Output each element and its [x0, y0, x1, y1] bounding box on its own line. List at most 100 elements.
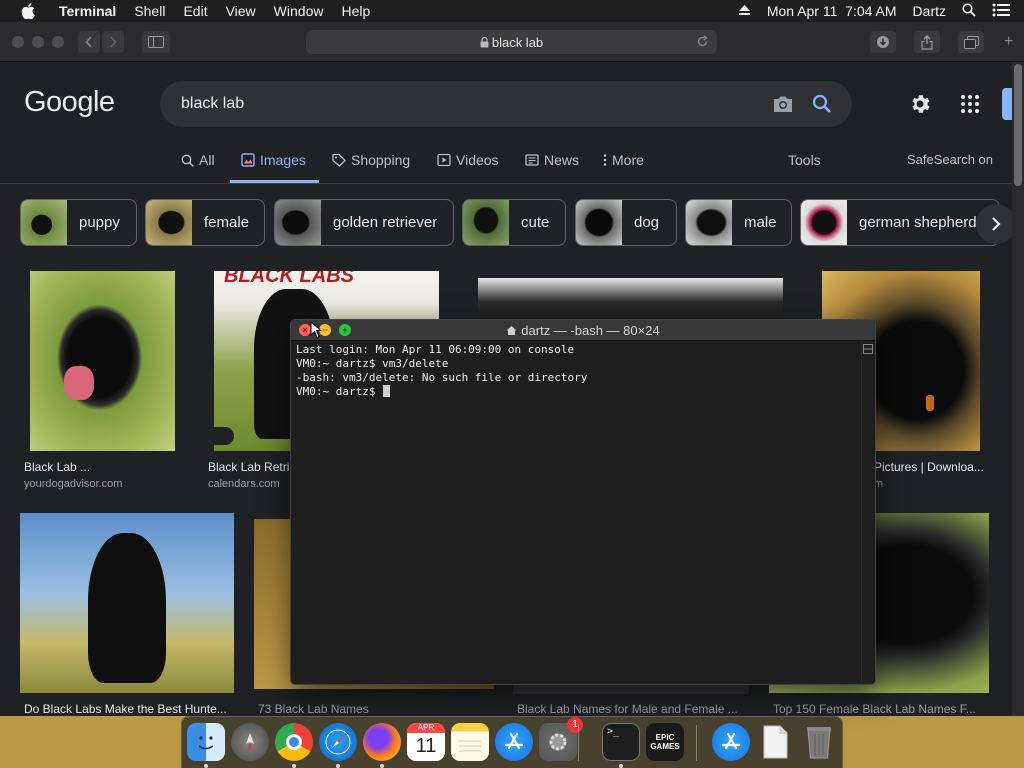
chips-next-button[interactable] — [976, 204, 1016, 244]
sidebar-toggle-button[interactable] — [142, 30, 170, 53]
menu-app-terminal[interactable]: Terminal — [50, 0, 125, 22]
scrollbar-thumb[interactable] — [1014, 64, 1022, 186]
terminal-dock-icon[interactable]: >_ — [602, 723, 640, 761]
launchpad-dock-icon[interactable] — [231, 723, 269, 761]
result-title[interactable]: 73 Black Lab Names — [258, 702, 369, 716]
chip-puppy[interactable]: puppy — [20, 199, 137, 246]
chip-golden-retriever[interactable]: golden retriever — [274, 199, 454, 246]
tabs-overview-button[interactable] — [958, 31, 984, 53]
control-center-icon[interactable] — [992, 3, 1010, 20]
chip-label: dog — [634, 214, 660, 231]
result-source[interactable]: calendars.com — [208, 478, 280, 490]
chip-female[interactable]: female — [145, 199, 265, 246]
search-tabs: All Images Shopping Videos News More Too… — [0, 142, 1012, 184]
menu-window[interactable]: Window — [265, 0, 333, 22]
chip-german-shepherd[interactable]: german shepherd — [800, 199, 1000, 246]
tab-shopping[interactable]: Shopping — [332, 152, 410, 168]
calendar-dock-icon[interactable]: APR 11 — [407, 723, 445, 761]
result-title[interactable]: Black Lab Retri — [208, 460, 289, 474]
chip-cute[interactable]: cute — [462, 199, 566, 246]
settings-gear-icon[interactable] — [908, 92, 932, 121]
address-text: black lab — [491, 34, 544, 50]
page-scrollbar[interactable] — [1012, 62, 1024, 716]
eject-icon[interactable] — [738, 3, 751, 19]
sign-in-button[interactable] — [1002, 88, 1012, 120]
chip-thumbnail — [275, 200, 321, 245]
result-title[interactable]: Black Lab ... — [24, 460, 90, 474]
menu-edit[interactable]: Edit — [174, 0, 216, 22]
window-close-button[interactable] — [12, 35, 24, 48]
spotlight-icon[interactable] — [962, 2, 976, 20]
menu-help[interactable]: Help — [332, 0, 379, 22]
search-box[interactable]: black lab — [160, 81, 852, 127]
share-button[interactable] — [914, 31, 940, 53]
forward-button[interactable] — [102, 30, 124, 53]
app-store-folder-dock-icon[interactable] — [712, 723, 750, 761]
safesearch-toggle[interactable]: SafeSearch on — [907, 152, 993, 167]
menu-clock[interactable]: Mon Apr 11 7:04 AM — [767, 3, 897, 19]
menu-view[interactable]: View — [217, 0, 265, 22]
system-preferences-dock-icon[interactable]: 1 — [539, 717, 583, 761]
window-zoom-button[interactable] — [52, 35, 64, 48]
tools-button[interactable]: Tools — [788, 152, 821, 168]
terminal-scrollbar[interactable] — [861, 342, 873, 682]
terminal-zoom-button[interactable]: + — [339, 324, 351, 336]
tab-videos[interactable]: Videos — [437, 152, 499, 168]
menu-shell[interactable]: Shell — [125, 0, 174, 22]
back-button[interactable] — [78, 30, 100, 53]
share-icon — [921, 34, 933, 50]
window-minimize-button[interactable] — [32, 35, 44, 48]
download-icon — [877, 36, 889, 48]
chrome-dock-icon[interactable] — [275, 723, 313, 761]
result-image-5[interactable] — [20, 513, 234, 693]
chevron-left-icon — [85, 35, 92, 48]
reload-icon[interactable] — [696, 35, 709, 48]
search-icon[interactable] — [812, 94, 832, 119]
result-image-1[interactable] — [30, 271, 175, 451]
apple-menu-icon[interactable] — [18, 3, 38, 19]
firefox-dock-icon[interactable] — [363, 723, 401, 761]
finder-dock-icon[interactable] — [187, 723, 225, 761]
address-bar[interactable]: black lab — [306, 30, 717, 54]
app-store-dock-icon[interactable] — [495, 723, 533, 761]
terminal-output[interactable]: Last login: Mon Apr 11 06:09:00 on conso… — [296, 343, 587, 399]
terminal-prompt-line[interactable]: VM0:~ dartz$ — [296, 385, 587, 399]
tab-label: All — [199, 152, 215, 168]
tab-images[interactable]: Images — [241, 152, 306, 168]
chip-thumbnail — [146, 200, 192, 245]
terminal-window[interactable]: × − + dartz — -bash — 80×24 Last login: … — [290, 319, 876, 685]
dog-silhouette — [88, 533, 166, 683]
result-title[interactable]: Top 150 Female Black Lab Names F... — [773, 702, 976, 716]
search-input[interactable]: black lab — [181, 95, 244, 113]
result-title[interactable]: Do Black Labs Make the Best Hunte... — [24, 702, 227, 716]
menu-user[interactable]: Dartz — [913, 3, 946, 19]
terminal-titlebar[interactable]: × − + dartz — -bash — 80×24 — [291, 320, 875, 341]
text-cursor — [383, 385, 391, 397]
calendar-month: APR — [407, 723, 445, 733]
new-tab-button[interactable]: + — [1004, 33, 1013, 51]
result-title[interactable]: Black Lab Names for Male and Female ... — [517, 702, 738, 716]
chevron-right-icon — [110, 35, 117, 48]
chip-male[interactable]: male — [685, 199, 792, 246]
apps-grid-icon[interactable] — [958, 92, 982, 121]
document-dock-icon[interactable] — [756, 723, 794, 761]
chip-label: puppy — [79, 214, 120, 231]
tab-more[interactable]: More — [603, 152, 644, 168]
search-icon — [181, 154, 194, 167]
result-source[interactable]: yourdogadvisor.com — [24, 478, 122, 490]
epic-games-dock-icon[interactable]: EPIC GAMES — [646, 723, 684, 761]
safari-dock-icon[interactable] — [319, 723, 357, 761]
chevron-right-icon — [992, 217, 1001, 231]
more-vert-icon — [603, 154, 607, 166]
notes-dock-icon[interactable] — [451, 723, 489, 761]
tab-news[interactable]: News — [525, 152, 579, 168]
running-indicator — [619, 764, 623, 768]
downloads-button[interactable] — [870, 31, 896, 53]
browser-toolbar: black lab + — [0, 22, 1024, 62]
camera-search-icon[interactable] — [772, 94, 794, 119]
tab-all[interactable]: All — [181, 152, 215, 168]
trash-dock-icon[interactable] — [800, 723, 838, 761]
result-title[interactable]: Pictures | Downloa... — [874, 460, 984, 474]
chip-dog[interactable]: dog — [575, 199, 677, 246]
google-logo[interactable]: Google — [24, 86, 115, 119]
